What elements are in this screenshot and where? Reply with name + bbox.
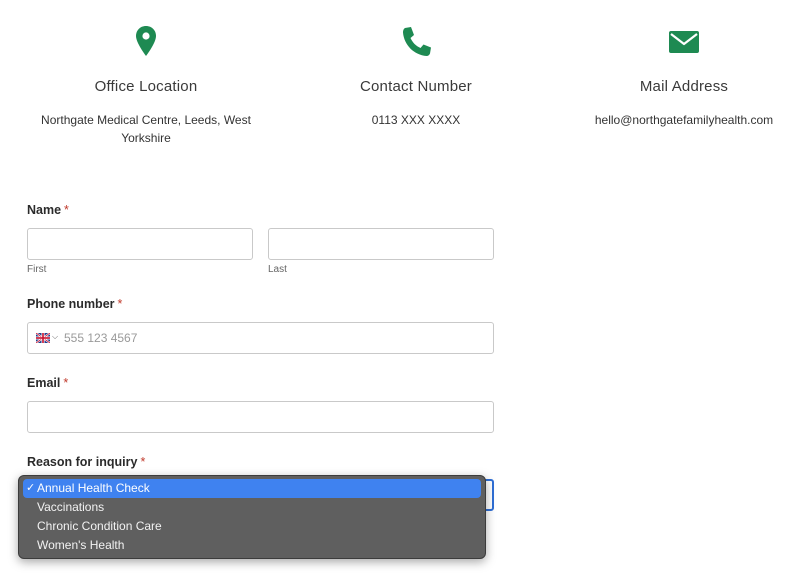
required-marker: * [64,203,69,217]
mail-address-card: Mail Address hello@northgatefamilyhealth… [584,22,784,129]
reason-option-label: Annual Health Check [37,481,150,495]
office-location-card: Office Location Northgate Medical Centre… [36,22,256,147]
reason-option-label: Vaccinations [37,500,105,514]
reason-label-text: Reason for inquiry [27,455,138,469]
email-label-text: Email [27,376,61,390]
last-name-input[interactable] [268,228,494,260]
reason-option-label: Chronic Condition Care [37,519,162,533]
required-marker: * [117,297,123,311]
envelope-icon [669,31,699,53]
name-label-text: Name [27,203,62,217]
required-marker: * [140,455,146,469]
uk-flag-icon[interactable] [36,333,50,343]
phone-field: ⌵ [27,322,494,354]
office-location-address: Northgate Medical Centre, Leeds, West Yo… [41,113,251,145]
mail-address-value: hello@northgatefamilyhealth.com [594,113,774,127]
last-name-sublabel: Last [268,264,287,275]
chevron-down-icon[interactable]: ⌵ [52,332,58,342]
reason-option[interactable]: ✓ Annual Health Check [23,479,481,498]
phone-icon [403,27,431,56]
reason-dropdown-menu: ✓ Annual Health Check Vaccinations Chron… [18,475,486,559]
map-pin-icon [136,26,156,56]
office-location-title: Office Location [94,78,198,95]
name-label: Name * [27,203,69,217]
phone-input[interactable] [64,323,484,353]
contact-number-value: 0113 XXX XXXX [371,113,461,127]
phone-label-text: Phone number [27,297,115,311]
contact-number-title: Contact Number [359,78,472,95]
reason-option[interactable]: Chronic Condition Care [23,517,481,536]
email-input[interactable] [27,401,494,433]
checkmark-icon: ✓ [26,482,36,494]
contact-number-card: Contact Number 0113 XXX XXXX [316,22,516,129]
mail-address-title: Mail Address [639,78,729,95]
reason-option[interactable]: Vaccinations [23,498,481,517]
email-label: Email * [27,376,68,390]
reason-option-label: Women's Health [37,538,125,552]
reason-option[interactable]: Women's Health [23,536,481,555]
required-marker: * [63,376,69,390]
first-name-sublabel: First [27,264,47,275]
first-name-input[interactable] [27,228,253,260]
phone-label: Phone number * [27,297,122,311]
reason-label: Reason for inquiry * [27,455,145,469]
